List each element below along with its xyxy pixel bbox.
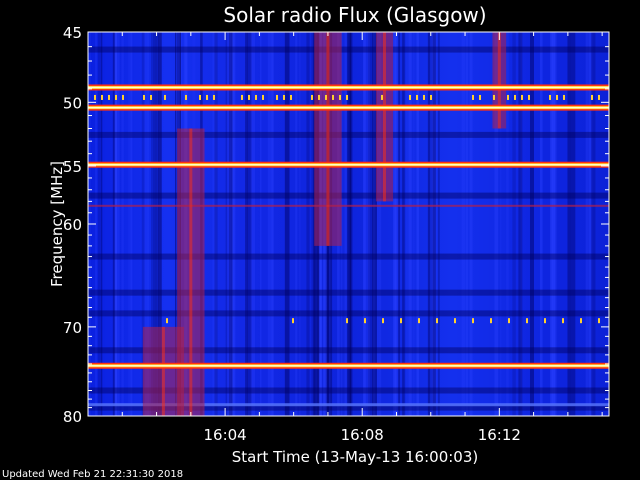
burst-core	[326, 32, 330, 246]
interference-dot	[199, 94, 201, 100]
interference-dot	[514, 94, 516, 100]
interference-dot	[292, 318, 294, 324]
interference-dot	[339, 94, 341, 100]
bright-band-core	[88, 365, 609, 367]
interference-dot	[526, 318, 528, 324]
y-tick-label: 50	[63, 94, 82, 112]
burst-core	[497, 32, 501, 129]
interference-dot	[108, 94, 110, 100]
interference-dot	[213, 94, 215, 100]
interference-dot	[382, 318, 384, 324]
interference-dot	[115, 94, 117, 100]
y-tick-label: 70	[63, 319, 82, 337]
interference-dot	[490, 318, 492, 324]
interference-dot	[436, 318, 438, 324]
interference-dot	[454, 318, 456, 324]
interference-dot	[591, 94, 593, 100]
interference-dot	[276, 94, 278, 100]
interference-dot	[549, 94, 551, 100]
faint-band	[88, 204, 609, 207]
burst-core	[161, 326, 165, 416]
interference-dot	[416, 94, 418, 100]
interference-dot	[164, 94, 166, 100]
interference-dot	[508, 318, 510, 324]
dark-band	[88, 310, 609, 317]
y-tick-label: 45	[63, 24, 82, 42]
interference-dot	[400, 318, 402, 324]
interference-dot	[346, 94, 348, 100]
interference-dot	[241, 94, 243, 100]
interference-dot	[346, 318, 348, 324]
interference-dot	[166, 318, 168, 324]
interference-dot	[507, 94, 509, 100]
dark-band	[88, 289, 609, 296]
interference-dot	[580, 318, 582, 324]
interference-dot	[409, 94, 411, 100]
dark-band	[88, 46, 609, 53]
interference-dot	[472, 94, 474, 100]
interference-dot	[325, 94, 327, 100]
interference-dot	[332, 94, 334, 100]
dark-band	[88, 131, 609, 138]
interference-dot	[418, 318, 420, 324]
interference-dot	[521, 94, 523, 100]
interference-dot	[290, 94, 292, 100]
interference-dot	[493, 94, 495, 100]
interference-dot	[143, 94, 145, 100]
interference-dot	[150, 94, 152, 100]
interference-dot	[598, 94, 600, 100]
x-axis-label: Start Time (13-May-13 16:00:03)	[232, 448, 478, 466]
interference-dot	[206, 94, 208, 100]
interference-dot	[364, 318, 366, 324]
x-tick-label: 16:12	[478, 426, 521, 444]
interference-dot	[255, 94, 257, 100]
spectrogram-chart: Solar radio Flux (Glasgow) 455055607080 …	[2, 3, 610, 480]
interference-dot	[562, 318, 564, 324]
interference-dot	[423, 94, 425, 100]
interference-dot	[472, 318, 474, 324]
interference-dot	[381, 94, 383, 100]
interference-dot	[311, 94, 313, 100]
interference-dot	[283, 94, 285, 100]
interference-dot	[101, 94, 103, 100]
y-axis-label: Frequency [MHz]	[48, 161, 66, 287]
interference-dot	[248, 94, 250, 100]
x-tick-label: 16:04	[203, 426, 246, 444]
interference-dot	[94, 94, 96, 100]
plot-area	[88, 32, 609, 416]
bright-band-core	[88, 164, 609, 166]
interference-dot	[262, 94, 264, 100]
bright-band-core	[88, 106, 609, 109]
interference-dot	[544, 318, 546, 324]
interference-dot	[479, 94, 481, 100]
interference-dot	[122, 94, 124, 100]
dark-band	[88, 192, 609, 199]
x-tick-label: 16:08	[341, 426, 384, 444]
burst-core	[189, 128, 193, 416]
y-tick-label: 80	[63, 408, 82, 426]
interference-dot	[318, 94, 320, 100]
interference-dot	[430, 94, 432, 100]
interference-dot	[556, 94, 558, 100]
interference-dot	[598, 318, 600, 324]
dark-band	[88, 253, 609, 260]
updated-timestamp: Updated Wed Feb 21 22:31:30 2018	[2, 469, 183, 480]
interference-dot	[185, 94, 187, 100]
interference-dot	[528, 94, 530, 100]
burst-core	[382, 32, 386, 202]
interference-dot	[563, 94, 565, 100]
chart-title: Solar radio Flux (Glasgow)	[223, 3, 486, 27]
bright-band-core	[88, 86, 609, 89]
